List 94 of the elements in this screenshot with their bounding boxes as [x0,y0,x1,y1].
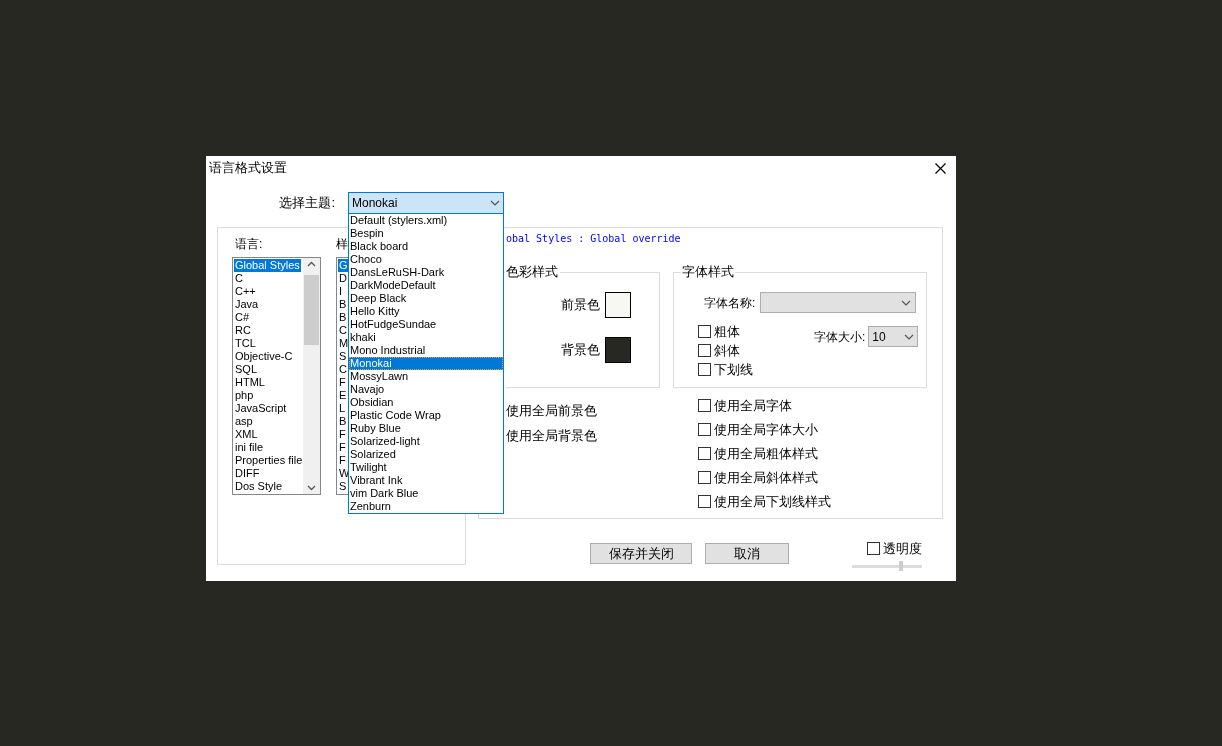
checkbox[interactable]: 使用全局粗体样式 [698,444,831,462]
style-item[interactable]: L [338,402,347,415]
language-item[interactable]: HTML [234,376,266,389]
style-item[interactable]: C [338,324,348,337]
chevron-up-icon[interactable] [307,261,316,267]
font-size-label: 字体大小: [814,328,866,346]
style-item[interactable]: B [338,415,348,428]
cancel-button[interactable]: 取消 [705,543,789,564]
language-item[interactable]: asp [234,415,254,428]
window-title: 语言格式设置 [209,159,287,178]
language-item[interactable]: C# [234,311,251,324]
theme-option[interactable]: vim Dark Blue [349,487,503,500]
theme-option[interactable]: Solarized [349,448,503,461]
color-swatch[interactable] [605,292,631,318]
style-item[interactable]: M [338,337,350,350]
language-item[interactable]: SQL [234,363,258,376]
language-label: 语言: [235,237,264,251]
theme-option[interactable]: DarkModeDefault [349,279,503,292]
theme-option[interactable]: Plastic Code Wrap [349,409,503,422]
checkbox[interactable]: 透明度 [867,539,922,557]
language-item[interactable]: Dos Style [234,480,284,493]
style-item[interactable]: F [338,441,347,454]
theme-option[interactable]: Hello Kitty [349,305,503,318]
style-item[interactable]: F [338,376,347,389]
checkbox[interactable]: 使用全局斜体样式 [698,468,831,486]
theme-option[interactable]: Default (stylers.xml) [349,214,503,227]
style-item[interactable]: D [338,272,348,285]
chevron-down-icon[interactable] [307,485,316,491]
language-item[interactable]: XML [234,428,259,441]
language-item[interactable]: DIFF [234,467,261,480]
style-item[interactable]: S [338,480,348,493]
theme-option[interactable]: Bespin [349,227,503,240]
theme-option[interactable]: Twilight [349,461,503,474]
theme-option[interactable]: Zenburn [349,500,503,513]
checkbox-label[interactable]: 使用全局前景色 [506,402,698,420]
theme-option[interactable]: Deep Black [349,292,503,305]
style-item[interactable]: F [338,454,347,467]
language-item[interactable]: Properties file [234,454,303,467]
group-title: 色彩样式 [506,264,560,280]
style-label: 样 [336,237,349,251]
font-name-label: 字体名称: [704,294,756,312]
theme-option[interactable]: Choco [349,253,503,266]
theme-option[interactable]: Ruby Blue [349,422,503,435]
style-item[interactable]: B [338,311,348,324]
chevron-down-icon [490,200,500,206]
style-item[interactable]: F [338,428,347,441]
save-close-button[interactable]: 保存并关闭 [590,543,692,564]
theme-option[interactable]: Mono Industrial [349,344,503,357]
style-item[interactable]: B [338,298,348,311]
checkbox[interactable]: 使用全局字体大小 [698,420,831,438]
chevron-down-icon [904,333,915,340]
theme-label: 选择主题: [278,194,336,213]
language-item[interactable]: Java [234,298,260,311]
language-item[interactable]: JavaScript [234,402,288,415]
theme-option[interactable]: Vibrant Ink [349,474,503,487]
color-label: 背景色 [561,341,600,360]
language-item[interactable]: ini file [234,441,265,454]
theme-option[interactable]: HotFudgeSundae [349,318,503,331]
language-item[interactable]: Objective-C [234,350,294,363]
transparency-slider[interactable] [852,561,922,571]
checkbox[interactable]: 使用全局字体 [698,396,831,414]
style-item[interactable]: C [338,363,348,376]
checkbox-label[interactable]: 使用全局背景色 [506,427,698,445]
theme-option[interactable]: Navajo [349,383,503,396]
theme-option[interactable]: Monokai [349,357,503,370]
theme-option[interactable]: DansLeRuSH-Dark [349,266,503,279]
theme-option[interactable]: Solarized-light [349,435,503,448]
checkbox[interactable]: 斜体 [698,341,753,359]
checkbox[interactable]: 粗体 [698,322,753,340]
theme-option[interactable]: Obsidian [349,396,503,409]
language-item[interactable]: C++ [234,285,257,298]
language-item[interactable]: TCL [234,337,257,350]
language-item[interactable]: Global Styles [234,259,301,272]
group-title: 字体样式 [681,264,735,280]
theme-option[interactable]: MossyLawn [349,370,503,383]
chevron-down-icon [901,299,912,306]
color-label: 前景色 [561,296,600,315]
theme-option[interactable]: Black board [349,240,503,253]
scrollbar[interactable] [303,258,320,494]
style-description: obal Styles : Global override [506,232,682,246]
close-icon[interactable] [935,162,946,174]
theme-select[interactable]: Monokai [348,192,504,214]
style-item[interactable]: S [338,350,348,363]
color-swatch[interactable] [605,337,631,363]
language-item[interactable]: php [234,389,255,402]
style-item[interactable]: E [338,389,348,402]
language-item[interactable]: RC [234,324,252,337]
style-item[interactable]: G [338,259,349,272]
style-item[interactable]: I [338,285,344,298]
theme-option[interactable]: khaki [349,331,503,344]
checkbox[interactable]: 下划线 [698,360,753,378]
checkbox[interactable]: 使用全局下划线样式 [698,492,831,510]
font-size-select[interactable]: 10 [868,326,919,347]
language-item[interactable]: C [234,272,244,285]
